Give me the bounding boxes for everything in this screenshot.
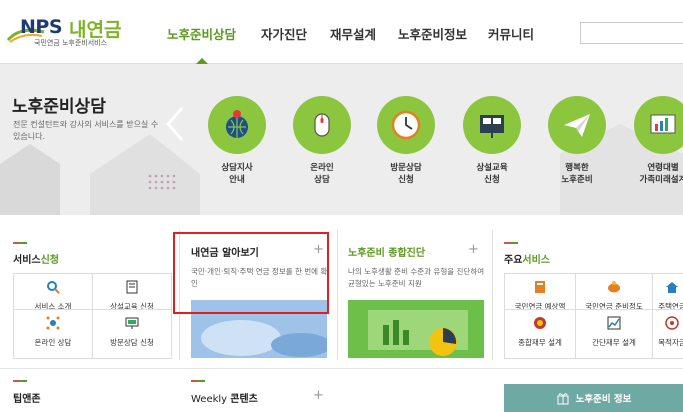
book-icon xyxy=(126,280,138,294)
banner-item-visit-consulting[interactable]: 방문상담 신청 xyxy=(370,96,442,186)
search-input[interactable] xyxy=(580,22,683,44)
header: NPS 내연금 국민연금 노후준비서비스 노후준비상담 자가진단 재무설계 노후… xyxy=(0,0,683,64)
magnifier-icon xyxy=(47,281,60,294)
service-intro-button[interactable]: 서비스 소개 xyxy=(13,273,93,311)
network-icon xyxy=(46,316,60,330)
banner-item-online-consulting[interactable]: 온라인 상담 xyxy=(286,96,358,186)
nav-item-self-diagnosis[interactable]: 자가진단 xyxy=(261,24,307,43)
tips-zone-title: 팁앤존 xyxy=(13,394,41,405)
section-accent xyxy=(13,242,27,244)
row-divider xyxy=(0,368,683,369)
service-apply-title: 서비스신청 xyxy=(13,255,60,266)
education-apply-button[interactable]: 상설교육 신청 xyxy=(92,273,172,311)
pension-readiness-button[interactable]: 국민연금 준비정도 xyxy=(575,273,653,311)
section-accent xyxy=(191,380,205,382)
diagnosis-more-button[interactable]: + xyxy=(468,243,479,256)
nav-item-consulting[interactable]: 노후준비상담 xyxy=(167,24,236,43)
banner-title: 노후준비상담 xyxy=(12,97,106,117)
banner-item-education[interactable]: 상설교육 신청 xyxy=(456,96,528,186)
main-services-title: 주요서비스 xyxy=(504,255,551,266)
diagnosis-title[interactable]: 노후준비 종합진단 xyxy=(348,244,425,259)
piggy-bank-icon xyxy=(608,281,620,293)
banner-item-label: 상담지사 안내 xyxy=(221,163,253,185)
diagnosis-image[interactable] xyxy=(348,300,484,358)
banner-item-label: 연령대별 가족미래설계 xyxy=(639,163,683,185)
section-accent xyxy=(13,380,27,382)
diagnosis-description: 나의 노후생활 준비 수준과 유형을 진단하여 균형있는 노후준비 지원 xyxy=(348,267,485,288)
logo-tagline: 국민연금 노후준비서비스 xyxy=(34,39,108,47)
housing-pension-button[interactable]: 주택연금 xyxy=(652,273,683,311)
nav-item-financial-planning[interactable]: 재무설계 xyxy=(330,24,376,43)
target-icon xyxy=(665,316,679,330)
weekly-more-button[interactable]: + xyxy=(313,389,324,402)
computer-mouse-icon xyxy=(293,96,351,154)
comprehensive-finance-button[interactable]: 종합재무 설계 xyxy=(504,309,576,359)
consulting-banner: 노후준비상담 전문 컨설턴트와 강사의 서비스를 받으실 수 있습니다. 상담지… xyxy=(0,64,683,215)
clock-icon xyxy=(377,96,435,154)
online-consulting-button[interactable]: 온라인 상담 xyxy=(13,309,93,359)
presentation-board-icon xyxy=(463,96,521,154)
purpose-fund-button[interactable]: 목적자금 xyxy=(652,309,683,359)
column-divider xyxy=(337,230,338,360)
monitor-icon xyxy=(125,317,139,329)
banner-item-happy-retirement[interactable]: 행복한 노후준비 xyxy=(541,96,613,186)
globe-pin-icon xyxy=(208,96,266,154)
simple-finance-button[interactable]: 간단재무 설계 xyxy=(575,309,653,359)
chart-icon xyxy=(607,316,621,330)
coin-icon xyxy=(534,317,546,329)
banner-item-label: 온라인 상담 xyxy=(310,163,334,185)
banner-item-branch-info[interactable]: 상담지사 안내 xyxy=(201,96,273,186)
logo-brand[interactable]: NPS xyxy=(20,16,63,38)
gift-icon xyxy=(557,393,569,405)
highlight-box xyxy=(173,232,329,314)
banner-item-label: 상설교육 신청 xyxy=(476,163,508,185)
paper-plane-icon xyxy=(548,96,606,154)
banner-item-label: 방문상담 신청 xyxy=(390,163,422,185)
banner-item-label: 행복한 노후준비 xyxy=(561,163,593,185)
retirement-info-button[interactable]: 노후준비 정보 xyxy=(504,384,683,412)
section-accent xyxy=(504,242,518,244)
retirement-info-label: 노후준비 정보 xyxy=(575,394,632,405)
banner-item-family-planning[interactable]: 연령대별 가족미래설계 xyxy=(627,96,683,186)
visit-consulting-button[interactable]: 방문상담 신청 xyxy=(92,309,172,359)
nav-item-retirement-info[interactable]: 노후준비정보 xyxy=(398,24,467,43)
column-divider xyxy=(492,230,493,360)
chevron-left-icon[interactable] xyxy=(164,106,186,142)
calculator-icon xyxy=(535,281,545,293)
nav-item-community[interactable]: 커뮤니티 xyxy=(488,24,534,43)
pension-estimate-button[interactable]: 국민연금 예상액 xyxy=(504,273,576,311)
weekly-content-title: Weekly 콘텐츠 xyxy=(191,394,258,405)
banner-description: 전문 컨설턴트와 강사의 서비스를 받으실 수 있습니다. xyxy=(13,120,159,141)
chart-board-icon xyxy=(634,96,683,154)
house-icon xyxy=(666,282,678,293)
